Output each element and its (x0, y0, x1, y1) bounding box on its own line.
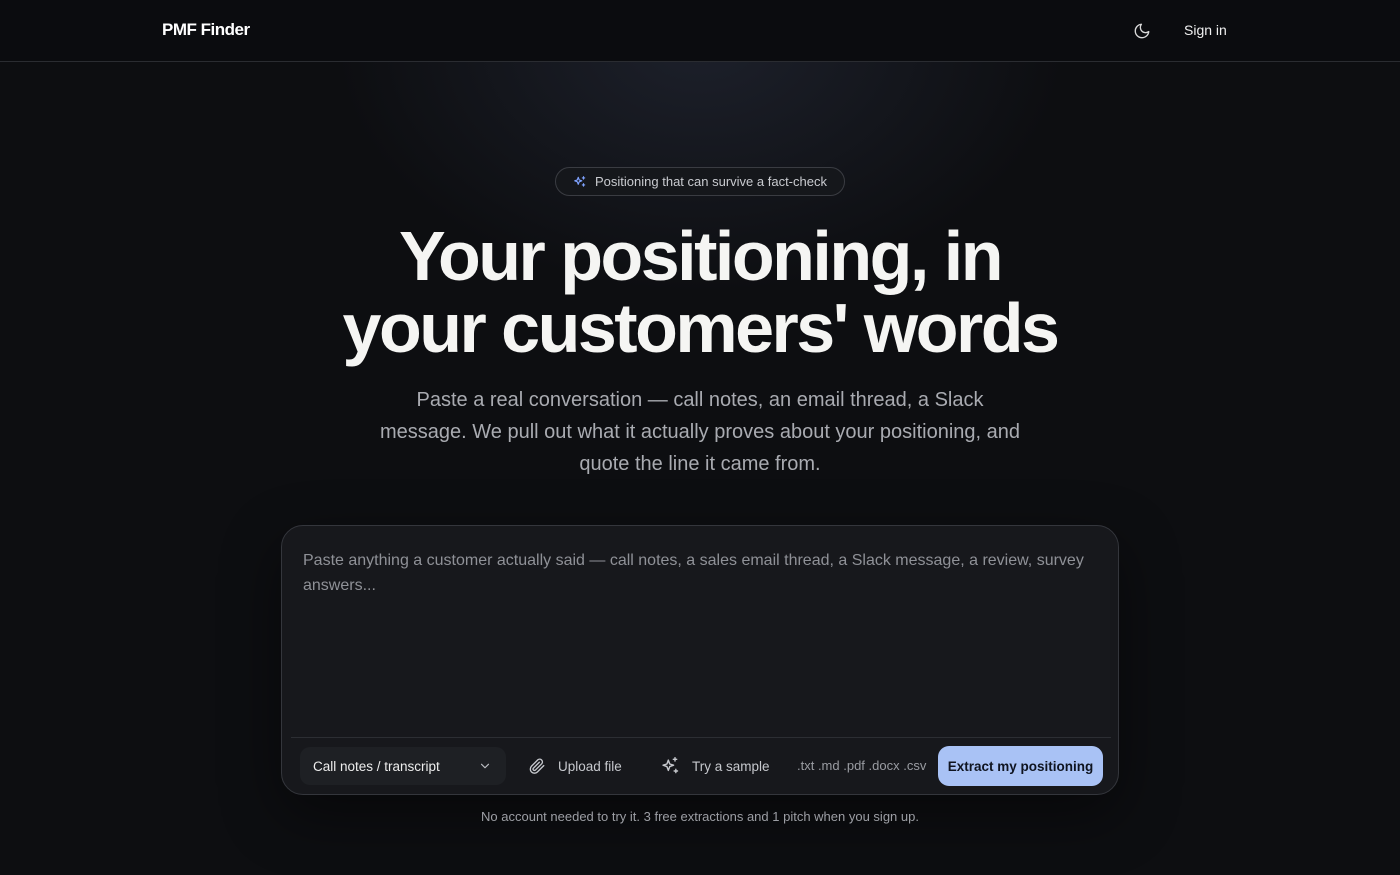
upload-file-button[interactable]: Upload file (528, 747, 622, 785)
hero-title-line-1: Your positioning, in (399, 217, 1003, 295)
conversation-input[interactable] (303, 548, 1093, 728)
extract-positioning-button[interactable]: Extract my positioning (938, 746, 1103, 786)
source-type-selected-value: Call notes / transcript (313, 758, 440, 774)
sparkles-icon (662, 756, 679, 774)
composer-divider (291, 737, 1111, 738)
pricing-footnote: No account needed to try it. 3 free extr… (481, 809, 919, 824)
tagline-badge-text: Positioning that can survive a fact-chec… (595, 174, 827, 189)
sparkles-icon (574, 175, 586, 187)
moon-icon (1134, 23, 1150, 39)
top-navigation-bar: PMF Finder Sign in (0, 0, 1400, 62)
hero-subtitle: Paste a real conversation — call notes, … (380, 389, 1020, 475)
sign-in-link[interactable]: Sign in (1176, 20, 1235, 40)
paperclip-icon (529, 758, 545, 774)
composer-card: Call notes / transcript Upload file Try … (281, 525, 1119, 795)
theme-toggle-button[interactable] (1128, 17, 1156, 45)
hero-title: Your positioning, in your customers' wor… (0, 220, 1400, 364)
tagline-badge: Positioning that can survive a fact-chec… (555, 167, 845, 196)
page: PMF Finder Sign in Positioning that can … (0, 0, 1400, 875)
try-sample-label: Try a sample (692, 758, 770, 774)
chevron-down-icon (480, 763, 490, 769)
hero-title-line-2: your customers' words (342, 289, 1060, 367)
upload-file-label: Upload file (558, 758, 622, 774)
supported-formats-text: .txt .md .pdf .docx .csv (797, 758, 927, 773)
brand-logo[interactable]: PMF Finder (162, 20, 250, 40)
try-sample-button[interactable]: Try a sample (660, 747, 770, 785)
source-type-select[interactable]: Call notes / transcript (300, 747, 506, 785)
